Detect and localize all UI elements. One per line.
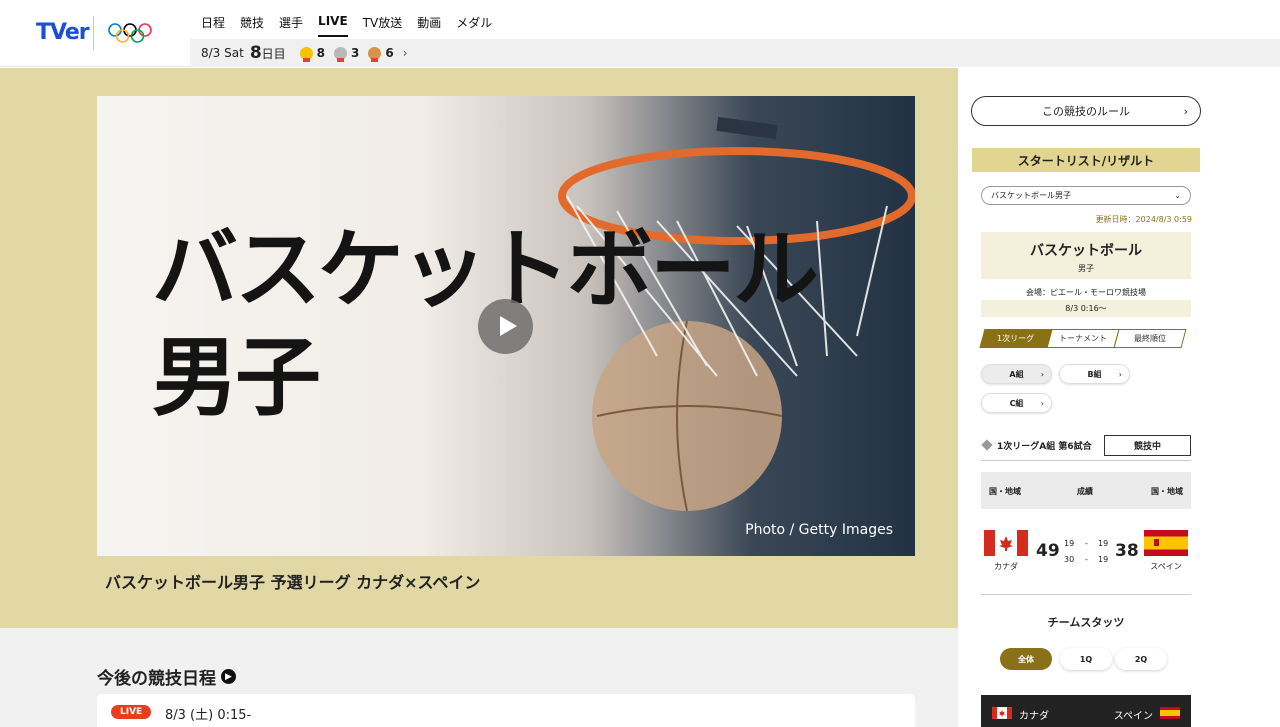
arrow-right-icon[interactable]: ▶ (221, 669, 236, 684)
header-score: 成績 (1077, 487, 1093, 496)
nav-medals[interactable]: メダル (456, 14, 492, 37)
logo-divider (93, 16, 94, 50)
video-player[interactable]: バスケットボール 男子 Photo / Getty Images (97, 96, 915, 556)
event-name: バスケットボール (1030, 243, 1142, 259)
divider (981, 460, 1191, 461)
upcoming-schedule-title[interactable]: 今後の競技日程 ▶ (97, 664, 236, 689)
match-row: 1次リーグA組 第6試合 競技中 (981, 435, 1191, 457)
chevron-right-icon: › (1183, 104, 1188, 118)
event-sub: 男子 (1078, 264, 1094, 273)
venue: 会場：ピエール・モーロワ競技場 (1026, 288, 1146, 297)
tab-preliminary[interactable]: 1次リーグ (979, 329, 1053, 348)
team-right-q2: 19 (1098, 555, 1109, 564)
date-medal-bar[interactable]: 8/3 Sat 8 日目 8 3 6 › (190, 39, 1280, 67)
spain-flag-icon (1144, 530, 1188, 556)
venue-time: 8/3 0:16〜 (981, 300, 1191, 317)
startlist-result-heading: スタートリスト/リザルト (972, 148, 1200, 172)
team-right-name: スペイン (1150, 562, 1182, 571)
tab-tournament[interactable]: トーナメント (1046, 329, 1120, 348)
team-stats-title: チームスタッツ (1047, 616, 1125, 629)
bronze-count: 6 (385, 46, 394, 60)
day-number: 8 (249, 43, 262, 63)
bronze-medal-count: 6 (368, 46, 394, 62)
chevron-right-icon[interactable]: › (403, 46, 408, 60)
event-select[interactable]: バスケットボール男子 ⌄ (981, 186, 1191, 205)
group-a-button[interactable]: A組 › (981, 364, 1052, 384)
tver-logo[interactable]: TVer (36, 20, 90, 45)
header-country-left: 国・地域 (989, 487, 1021, 496)
event-info: バスケットボール 男子 (981, 232, 1191, 279)
silver-medal-count: 3 (334, 46, 360, 62)
stage-tabs: 1次リーグ トーナメント 最終順位 (979, 329, 1187, 348)
divider (981, 594, 1191, 595)
main-nav: 日程 競技 選手 LIVE TV放送 動画 メダル (201, 14, 507, 37)
event-select-value: バスケットボール男子 (991, 191, 1071, 200)
bronze-medal-icon (368, 46, 382, 62)
day-unit: 日目 (261, 46, 286, 61)
group-label: B組 (1087, 369, 1102, 379)
header: TVer 日程 競技 選手 LIVE TV放送 動画 メダル 8/3 Sat 8… (0, 0, 1280, 67)
group-c-button[interactable]: C組 › (981, 393, 1052, 413)
tab-final-ranking[interactable]: 最終順位 (1113, 329, 1187, 348)
chevron-right-icon: › (1040, 369, 1044, 379)
team-right-total: 38 (1115, 541, 1139, 561)
photo-credit: Photo / Getty Images (745, 522, 893, 538)
live-badge: LIVE (111, 705, 152, 719)
header-country-right: 国・地域 (1151, 487, 1183, 496)
canada-flag-icon (984, 530, 1028, 556)
upcoming-time: 8/3 (土) 0:15- (165, 708, 252, 723)
current-date: 8/3 Sat (201, 46, 244, 60)
score-header: 国・地域 成績 国・地域 (981, 472, 1191, 509)
tab-label: トーナメント (1059, 334, 1107, 343)
canada-flag-icon (992, 707, 1012, 719)
nav-sports[interactable]: 競技 (240, 14, 264, 37)
diamond-icon (981, 439, 993, 451)
play-icon[interactable] (478, 299, 533, 354)
tab-label: 最終順位 (1134, 334, 1166, 343)
team-left-q1: 19 (1064, 539, 1075, 548)
rules-button-label: この競技のルール (1042, 105, 1130, 118)
nav-schedule[interactable]: 日程 (201, 14, 225, 37)
team-left-name: カナダ (994, 562, 1018, 571)
match-status: 競技中 (1104, 435, 1191, 456)
upcoming-title-text: 今後の競技日程 (97, 669, 216, 689)
updated-timestamp: 更新日時：2024/8/3 0:59 (1095, 215, 1192, 224)
tver-logo-text: TVer (36, 20, 90, 45)
team-left-total: 49 (1036, 541, 1060, 561)
score-dash: - (1085, 555, 1088, 564)
group-label: C組 (1009, 398, 1024, 408)
silver-medal-icon (334, 46, 348, 62)
stat-tab-1q[interactable]: 1Q (1060, 648, 1112, 670)
nav-videos[interactable]: 動画 (417, 14, 441, 37)
chevron-down-icon: ⌄ (1174, 191, 1181, 200)
nav-athletes[interactable]: 選手 (279, 14, 303, 37)
group-label: A組 (1009, 369, 1024, 379)
chevron-right-icon: › (1040, 398, 1044, 408)
video-caption: バスケットボール男子 予選リーグ カナダ×スペイン (105, 573, 481, 592)
score-dash: - (1085, 539, 1088, 548)
gold-medal-count: 8 (299, 46, 326, 62)
stat-tab-all[interactable]: 全体 (1000, 648, 1052, 670)
group-b-button[interactable]: B組 › (1059, 364, 1130, 384)
team-right-q1: 19 (1098, 539, 1109, 548)
result-panel: この競技のルール › スタートリスト/リザルト バスケットボール男子 ⌄ 更新日… (958, 68, 1280, 727)
silver-count: 3 (351, 46, 360, 60)
spain-flag-icon (1160, 707, 1180, 719)
sport-rules-button[interactable]: この競技のルール › (971, 96, 1201, 126)
gold-medal-icon (299, 46, 313, 62)
nav-live[interactable]: LIVE (318, 14, 348, 37)
nav-tv[interactable]: TV放送 (363, 14, 403, 37)
gold-count: 8 (316, 46, 326, 60)
match-label: 1次リーグA組 第6試合 (997, 442, 1092, 452)
tab-label: 1次リーグ (997, 334, 1035, 343)
stat-tab-2q[interactable]: 2Q (1115, 648, 1167, 670)
olympic-rings-icon[interactable] (108, 22, 152, 44)
upcoming-event-card[interactable]: LIVE 8/3 (土) 0:15- (97, 694, 915, 727)
team-left-q2: 30 (1064, 555, 1075, 564)
chevron-right-icon: › (1118, 369, 1122, 379)
stats-team-left: カナダ (1019, 711, 1049, 722)
team-stats-header: カナダ スペイン (981, 695, 1191, 727)
stats-team-right: スペイン (1113, 711, 1153, 722)
